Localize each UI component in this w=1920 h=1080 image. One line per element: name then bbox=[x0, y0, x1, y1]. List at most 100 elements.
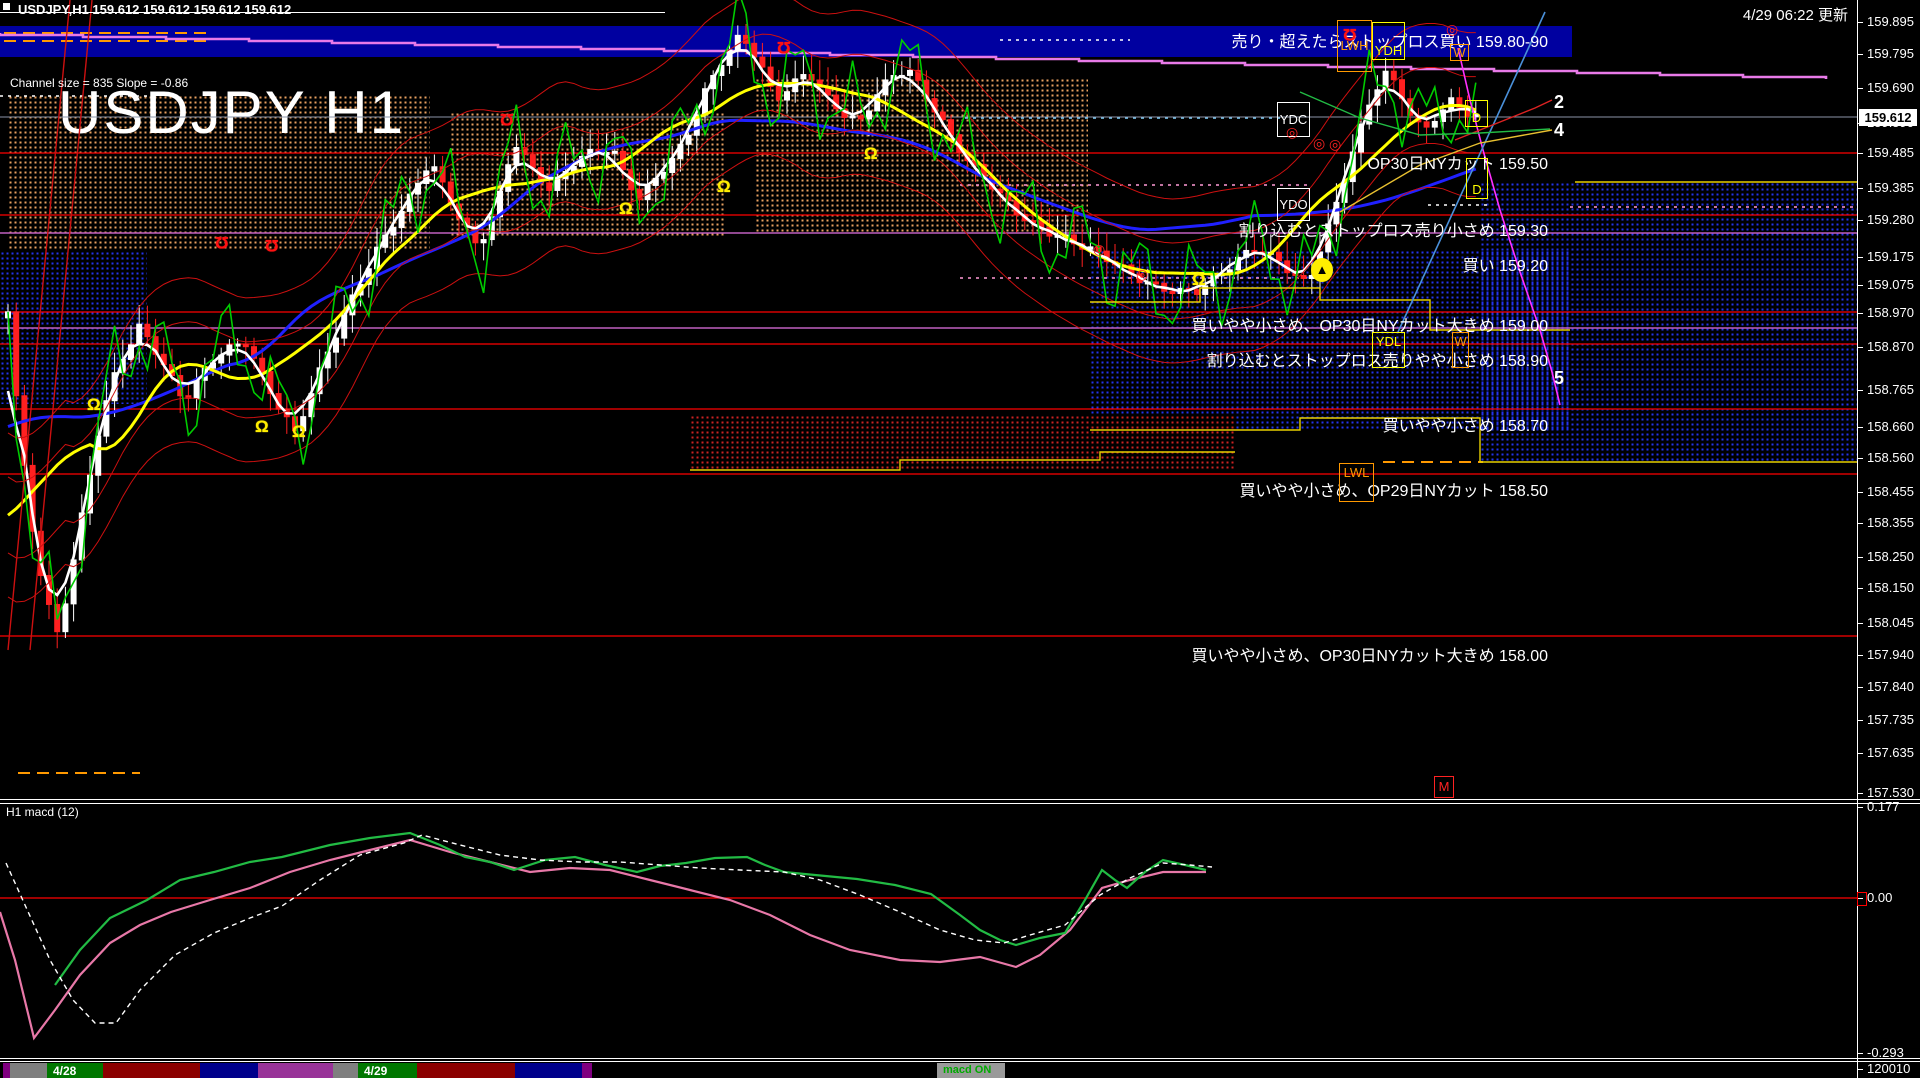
wave-count-5: 5 bbox=[1554, 368, 1564, 389]
axis-tick bbox=[1857, 313, 1863, 314]
axis-tick bbox=[1857, 1053, 1863, 1054]
axis-tick bbox=[1857, 153, 1863, 154]
pivot-box-d: D bbox=[1466, 158, 1488, 199]
timeline-segment bbox=[3, 1063, 10, 1078]
pane-separator-top[interactable] bbox=[0, 799, 1920, 800]
axis-tick bbox=[1857, 588, 1863, 589]
axis-tick bbox=[1857, 687, 1863, 688]
axis-tick bbox=[1857, 523, 1863, 524]
axis-tick-label: 120010 bbox=[1867, 1061, 1910, 1076]
axis-tick bbox=[1857, 285, 1863, 286]
axis-tick bbox=[1857, 390, 1863, 391]
axis-tick bbox=[1857, 458, 1863, 459]
axis-tick bbox=[1857, 257, 1863, 258]
pivot-label-w: W bbox=[1454, 334, 1466, 349]
timeline-segment bbox=[200, 1063, 258, 1078]
axis-tick-label: 0.177 bbox=[1867, 799, 1900, 814]
pivot-box-ydl: YDL bbox=[1372, 332, 1405, 368]
axis-tick bbox=[1857, 623, 1863, 624]
ring-marker-icon: ◎ bbox=[1446, 22, 1458, 36]
order-annotation: 買いやや小さめ、OP30日NYカット大きめ 158.00 bbox=[1191, 642, 1548, 666]
axis-tick-label: 157.840 bbox=[1867, 679, 1914, 694]
axis-tick-label: 159.075 bbox=[1867, 277, 1914, 292]
axis-tick-label: 157.940 bbox=[1867, 647, 1914, 662]
axis-tick bbox=[1857, 807, 1863, 808]
window-corner-marker bbox=[3, 3, 10, 10]
pivot-label-ydh: YDH bbox=[1375, 43, 1402, 58]
pivot-label-d: D bbox=[1472, 182, 1481, 197]
axis-tick-label: 158.660 bbox=[1867, 419, 1914, 434]
pivot-box-m: M bbox=[1434, 776, 1454, 798]
axis-tick bbox=[1857, 720, 1863, 721]
axis-tick bbox=[1857, 557, 1863, 558]
macd-zero-axis-marker bbox=[1857, 892, 1867, 906]
order-annotation: 買いやや小さめ、OP30日NYカット大きめ 159.00 bbox=[1191, 312, 1548, 336]
axis-tick-label: 159.385 bbox=[1867, 180, 1914, 195]
timeline-segment bbox=[582, 1063, 592, 1078]
axis-tick bbox=[1857, 492, 1863, 493]
axis-tick-label: 159.895 bbox=[1867, 14, 1914, 29]
timeline-separator-bottom bbox=[0, 1061, 1920, 1062]
sell-signal-icon: Ω bbox=[1343, 26, 1357, 43]
timeline-date-label: 4/29 bbox=[364, 1064, 387, 1078]
pivot-box-ydh: YDH bbox=[1372, 22, 1405, 60]
timeline-separator-top bbox=[0, 1058, 1920, 1059]
ring-marker-icon: ◎ bbox=[1286, 125, 1298, 139]
ring-marker-icon: ◎ bbox=[1093, 242, 1105, 256]
mt4-chart-window: USDJPY H1 Channel size = 835 Slope = -0.… bbox=[0, 0, 1920, 1080]
buy-signal-icon: Ω bbox=[255, 418, 269, 435]
ring-marker-icon: ◎ bbox=[1329, 137, 1341, 151]
ticker-underline bbox=[0, 12, 665, 13]
buy-signal-icon: Ω bbox=[1192, 271, 1206, 288]
axis-tick bbox=[1857, 188, 1863, 189]
axis-tick-label: 158.045 bbox=[1867, 615, 1914, 630]
axis-tick bbox=[1857, 753, 1863, 754]
pivot-label-d: D bbox=[1472, 110, 1481, 125]
axis-tick bbox=[1857, 347, 1863, 348]
timeline-segment bbox=[103, 1063, 200, 1078]
order-annotation: OP30日NYカット 159.50 bbox=[1367, 150, 1548, 174]
pivot-box-w: W bbox=[1450, 44, 1469, 61]
axis-tick-label: 158.150 bbox=[1867, 580, 1914, 595]
axis-tick-label: -0.293 bbox=[1867, 1045, 1904, 1060]
update-timestamp: 4/29 06:22 更新 bbox=[1743, 4, 1848, 25]
axis-tick-label: 158.870 bbox=[1867, 339, 1914, 354]
ring-marker-icon: ◎ bbox=[1313, 136, 1325, 150]
pivot-box-ydo: YDO bbox=[1277, 188, 1310, 221]
pane-separator-bottom bbox=[0, 803, 1920, 804]
wave-count-4: 4 bbox=[1554, 120, 1564, 141]
timeline-segment bbox=[333, 1063, 358, 1078]
axis-tick bbox=[1857, 655, 1863, 656]
pivot-label-ydo: YDO bbox=[1279, 197, 1307, 212]
axis-tick-label: 159.690 bbox=[1867, 80, 1914, 95]
axis-tick-label: 157.530 bbox=[1867, 785, 1914, 800]
axis-tick-label: 158.250 bbox=[1867, 549, 1914, 564]
order-annotation: 買い 159.20 bbox=[1463, 252, 1548, 276]
buy-signal-icon: Ω bbox=[864, 145, 878, 162]
timeline-strip[interactable]: 4/284/29macd ON bbox=[0, 1063, 1857, 1078]
axis-line bbox=[1857, 0, 1858, 1080]
axis-tick-label: 158.455 bbox=[1867, 484, 1914, 499]
buy-signal-icon: Ω bbox=[292, 423, 306, 440]
axis-tick-label: 158.355 bbox=[1867, 515, 1914, 530]
pivot-box-w: W bbox=[1452, 332, 1469, 368]
axis-tick bbox=[1857, 793, 1863, 794]
axis-tick-label: 159.175 bbox=[1867, 249, 1914, 264]
macd-toggle-label[interactable]: macd ON bbox=[943, 1064, 991, 1076]
sell-signal-icon: Ω bbox=[265, 237, 279, 254]
buy-signal-icon: Ω bbox=[619, 200, 633, 217]
wave-count-2: 2 bbox=[1554, 92, 1564, 113]
pivot-label-w: W bbox=[1453, 45, 1465, 60]
axis-tick bbox=[1857, 427, 1863, 428]
pivot-box-d: D bbox=[1465, 100, 1488, 127]
ring-marker-icon: ◎ bbox=[1136, 267, 1148, 281]
axis-tick-label: 158.560 bbox=[1867, 450, 1914, 465]
channel-info-label: Channel size = 835 Slope = -0.86 bbox=[10, 76, 188, 90]
pivot-label-m: M bbox=[1439, 779, 1450, 794]
pivot-label-ydl: YDL bbox=[1376, 334, 1401, 349]
order-annotation: 買いやや小さめ、OP29日NYカット 158.50 bbox=[1239, 477, 1548, 501]
timeline-segment bbox=[258, 1063, 333, 1078]
axis-tick-label: 157.735 bbox=[1867, 712, 1914, 727]
axis-tick-label: 159.795 bbox=[1867, 46, 1914, 61]
quote-ticker: USDJPY,H1 159.612 159.612 159.612 159.61… bbox=[18, 2, 291, 17]
